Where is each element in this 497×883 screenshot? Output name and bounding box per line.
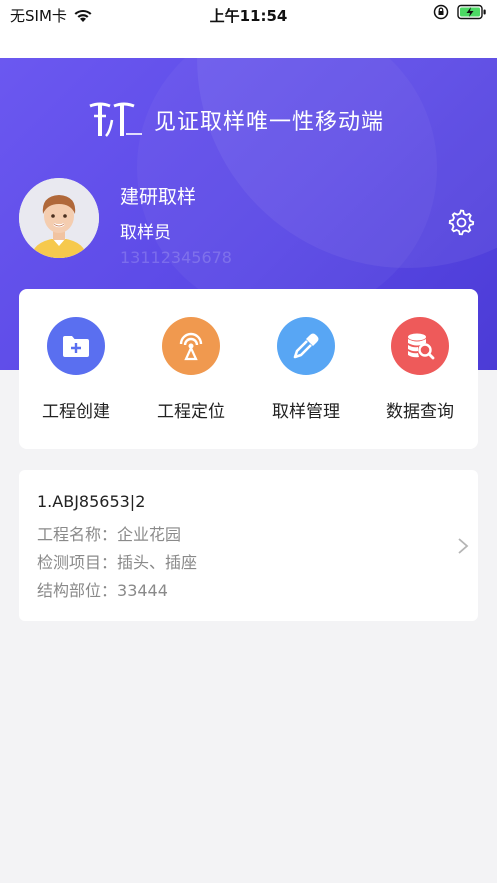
record-part-row: 结构部位：33444 bbox=[37, 577, 168, 601]
status-right bbox=[433, 4, 487, 20]
orientation-lock-icon bbox=[433, 4, 449, 20]
dropper-icon bbox=[277, 317, 335, 375]
user-role: 取样员 bbox=[120, 223, 171, 243]
record-card[interactable]: 1.ABJ85653|2 工程名称：企业花园 检测项目：插头、插座 结构部位：3… bbox=[19, 470, 478, 621]
nav-spacer bbox=[0, 30, 497, 58]
app-logo bbox=[89, 102, 142, 137]
record-test-row: 检测项目：插头、插座 bbox=[37, 549, 197, 573]
status-time: 上午11:54 bbox=[209, 7, 288, 25]
action-sampling-manage[interactable]: 取样管理 bbox=[251, 317, 361, 422]
record-id: 1.ABJ85653|2 bbox=[37, 492, 146, 511]
action-project-create[interactable]: 工程创建 bbox=[21, 317, 131, 422]
chevron-right-icon bbox=[458, 538, 469, 554]
record-part-label: 结构部位： bbox=[37, 581, 118, 600]
record-test-label: 检测项目： bbox=[37, 553, 118, 572]
location-signal-icon bbox=[162, 317, 220, 375]
app-title: 见证取样唯一性移动端 bbox=[154, 110, 385, 135]
action-label: 工程创建 bbox=[42, 402, 110, 422]
avatar[interactable] bbox=[19, 178, 99, 258]
quick-actions-card: 工程创建 工程定位 取样管理 数据查询 bbox=[19, 289, 478, 449]
user-phone: 13112345678 bbox=[120, 248, 232, 267]
action-project-locate[interactable]: 工程定位 bbox=[136, 317, 246, 422]
battery-charging-icon bbox=[457, 4, 486, 20]
settings-gear-icon[interactable] bbox=[447, 208, 475, 236]
action-label: 数据查询 bbox=[386, 402, 454, 422]
folder-plus-icon bbox=[47, 317, 105, 375]
action-data-query[interactable]: 数据查询 bbox=[365, 317, 475, 422]
record-project-label: 工程名称： bbox=[37, 525, 118, 544]
record-project-row: 工程名称：企业花园 bbox=[37, 521, 181, 545]
action-label: 取样管理 bbox=[272, 402, 340, 422]
user-avatar-icon bbox=[19, 178, 99, 258]
record-project-value: 企业花园 bbox=[117, 525, 182, 544]
brand: 见证取样唯一性移动端 bbox=[86, 100, 384, 140]
database-search-icon bbox=[391, 317, 449, 375]
user-name: 建研取样 bbox=[120, 186, 197, 208]
action-label: 工程定位 bbox=[157, 402, 225, 422]
record-test-value: 插头、插座 bbox=[117, 553, 198, 572]
record-part-value: 33444 bbox=[117, 581, 168, 600]
status-bar: 无SIM卡 上午11:54 bbox=[0, 0, 497, 30]
